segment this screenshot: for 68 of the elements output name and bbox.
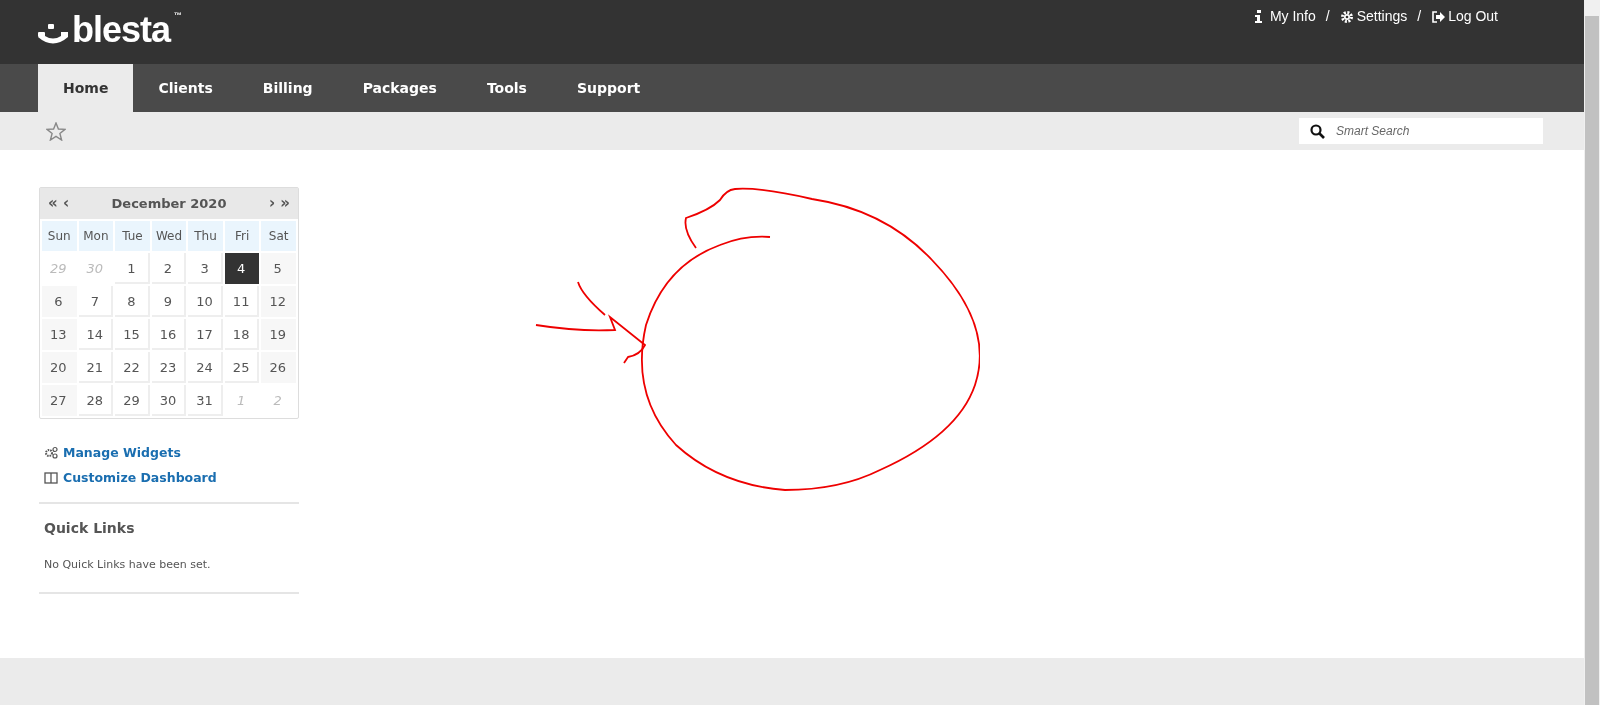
previous-month-link[interactable]: « ‹: [48, 192, 70, 215]
nav-tab[interactable]: Tools: [461, 64, 552, 112]
smile-logo-icon: [38, 24, 68, 46]
calendar-day[interactable]: 27: [42, 385, 77, 416]
nav-tab[interactable]: Support: [551, 64, 666, 112]
search-icon: [1310, 124, 1325, 139]
calendar-day[interactable]: 5: [261, 253, 296, 284]
calendar-day[interactable]: 8: [115, 286, 150, 317]
calendar-day[interactable]: 29: [115, 385, 150, 416]
calendar-day[interactable]: 26: [261, 352, 296, 383]
nav-tab[interactable]: Home: [38, 64, 134, 112]
nav-tab[interactable]: Packages: [337, 64, 462, 112]
nav-tab[interactable]: Billing: [237, 64, 338, 112]
logout-icon: [1431, 9, 1446, 24]
columns-icon: [44, 471, 58, 486]
calendar-day[interactable]: 13: [42, 319, 77, 350]
settings-link[interactable]: Settings: [1339, 6, 1408, 27]
calendar-day[interactable]: 28: [78, 385, 114, 416]
calendar-day[interactable]: 30: [151, 385, 187, 416]
settings-icon: [1339, 9, 1354, 24]
weekday-header: Sun: [42, 221, 77, 251]
logo[interactable]: blesta™: [38, 0, 183, 64]
empty-message: No Quick Links have been set.: [44, 556, 212, 573]
calendar-day[interactable]: 1: [115, 253, 150, 284]
calendar-day[interactable]: 19: [261, 319, 296, 350]
logout-link[interactable]: Log Out: [1431, 6, 1498, 27]
weekday-header: Sat: [261, 221, 296, 251]
weekday-header: Thu: [188, 221, 223, 251]
weekday-header: Tue: [115, 221, 150, 251]
nav-tab[interactable]: Clients: [133, 64, 238, 112]
calendar-day[interactable]: 18: [224, 319, 260, 350]
separator: /: [1325, 7, 1330, 26]
calendar-day[interactable]: 24: [188, 352, 223, 383]
calendar-day[interactable]: 20: [42, 352, 77, 383]
star-icon[interactable]: [46, 121, 66, 141]
calendar-day[interactable]: 10: [188, 286, 223, 317]
calendar-day[interactable]: 12: [261, 286, 296, 317]
my-info-link[interactable]: My Info: [1252, 6, 1316, 27]
calendar-day[interactable]: 31: [188, 385, 223, 416]
calendar-day[interactable]: 22: [115, 352, 150, 383]
calendar-day[interactable]: 3: [188, 253, 223, 284]
weekday-header: Mon: [78, 221, 114, 251]
calendar-day[interactable]: 11: [224, 286, 260, 317]
calendar-day[interactable]: 16: [151, 319, 187, 350]
calendar-day[interactable]: 9: [151, 286, 187, 317]
search-field[interactable]: Smart Search: [1299, 118, 1543, 144]
calendar-day[interactable]: 7: [78, 286, 114, 317]
calendar-day[interactable]: 2: [151, 253, 187, 284]
calendar-day[interactable]: 6: [42, 286, 77, 317]
gears-icon: [44, 446, 58, 461]
scrollbar[interactable]: [1584, 0, 1600, 705]
calendar-day[interactable]: 23: [151, 352, 187, 383]
weekday-header: Fri: [224, 221, 260, 251]
customize-dashboard-link[interactable]: Customize Dashboard: [44, 468, 217, 488]
month-title: December 2020: [111, 194, 227, 213]
next-month-link[interactable]: › »: [268, 192, 290, 215]
calendar-day[interactable]: 4: [224, 253, 260, 284]
weekday-header: Wed: [151, 221, 187, 251]
calendar-day[interactable]: 25: [224, 352, 260, 383]
section-title: Quick Links: [44, 518, 136, 538]
calendar-day[interactable]: 21: [78, 352, 114, 383]
calendar-day[interactable]: 17: [188, 319, 223, 350]
trademark: ™: [174, 12, 183, 20]
calendar-day[interactable]: 15: [115, 319, 150, 350]
calendar-day[interactable]: 14: [78, 319, 114, 350]
logo-text: blesta: [72, 12, 171, 48]
manage-widgets-link[interactable]: Manage Widgets: [44, 444, 181, 463]
separator: /: [1417, 7, 1422, 26]
